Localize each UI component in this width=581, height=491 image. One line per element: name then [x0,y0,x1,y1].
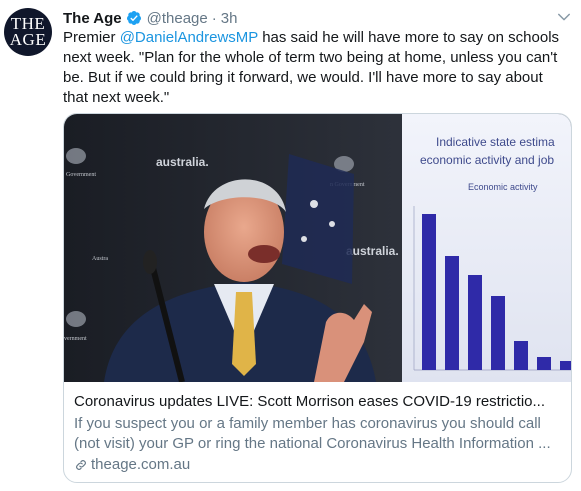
screen-title-line1: Indicative state estima [436,135,555,149]
tweet-text: Premier @DanielAndrewsMP has said he wil… [63,28,568,108]
card-text: Coronavirus updates LIVE: Scott Morrison… [74,392,561,475]
tweet-text-pre: Premier [63,29,120,46]
link-icon [76,460,86,470]
card-image[interactable]: australia. australia. Government n Gover… [64,114,571,382]
backdrop-text: Government [66,172,96,178]
card-title[interactable]: Coronavirus updates LIVE: Scott Morrison… [74,392,561,412]
screen-title-line2: economic activity and job [420,153,554,167]
chevron-down-icon[interactable] [555,8,573,26]
screen-chart-label: Economic activity [468,182,538,192]
avatar[interactable]: THE AGE [4,8,52,56]
card-domain[interactable]: theage.com.au [74,455,561,475]
tweet-timestamp[interactable]: 3h [221,10,238,27]
mention-link[interactable]: @DanielAndrewsMP [120,29,258,46]
separator-dot: · [211,9,217,27]
backdrop-text: Austra [92,256,108,262]
author-handle[interactable]: @theage [147,10,208,27]
backdrop-text: vernment [64,336,87,342]
author-name[interactable]: The Age [63,10,122,27]
verified-badge-icon [126,11,141,25]
card-description: If you suspect you or a family member ha… [74,415,551,452]
backdrop-text: australia. [346,244,399,258]
card-domain-text: theage.com.au [91,456,191,473]
avatar-text-line2: AGE [9,30,47,49]
link-card[interactable]: australia. australia. Government n Gover… [63,113,572,483]
tweet-header: The Age @theage · 3h [63,8,573,28]
backdrop-text: australia. [156,155,209,169]
